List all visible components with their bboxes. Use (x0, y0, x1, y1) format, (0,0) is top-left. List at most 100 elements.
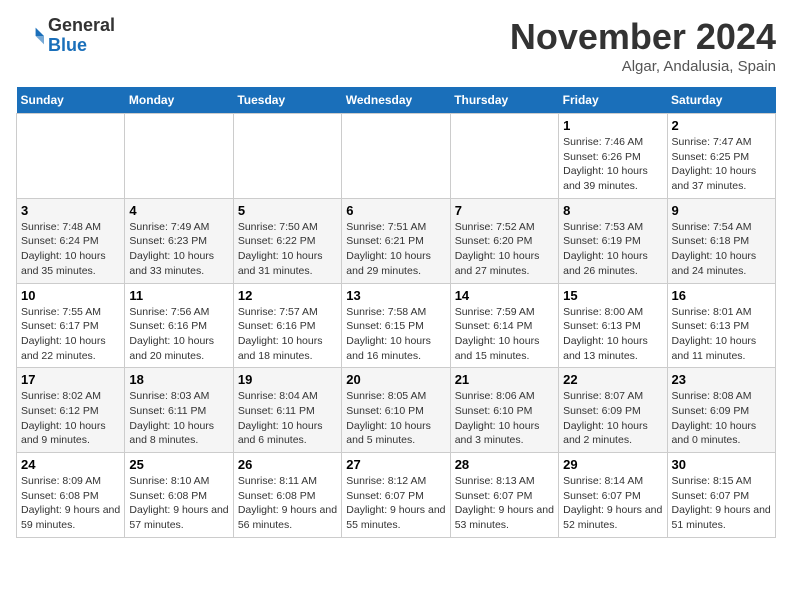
day-number: 2 (672, 118, 771, 133)
calendar-cell: 21Sunrise: 8:06 AM Sunset: 6:10 PM Dayli… (450, 368, 558, 453)
calendar-cell: 12Sunrise: 7:57 AM Sunset: 6:16 PM Dayli… (233, 283, 341, 368)
day-number: 27 (346, 457, 445, 472)
calendar-cell: 27 Sunrise: 8:12 AM Sunset: 6:07 PM Dayli… (342, 453, 450, 538)
day-number: 8 (563, 203, 662, 218)
month-title: November 2024 (510, 16, 776, 58)
day-info: Sunrise: 8:03 AM Sunset: 6:11 PM Dayligh… (129, 389, 228, 448)
calendar-cell: 28 Sunrise: 8:13 AM Sunset: 6:07 PM Dayli… (450, 453, 558, 538)
calendar-cell: 11 Sunrise: 7:56 AM Sunset: 6:16 PM Dayli… (125, 283, 233, 368)
day-info: Sunrise: 7:54 AM Sunset: 6:18 PM Dayligh… (672, 220, 771, 279)
day-number: 28 (455, 457, 554, 472)
calendar-cell: 19Sunrise: 8:04 AM Sunset: 6:11 PM Dayli… (233, 368, 341, 453)
weekday-header-row: SundayMondayTuesdayWednesdayThursdayFrid… (17, 87, 776, 114)
location: Algar, Andalusia, Spain (510, 58, 776, 75)
day-info: Sunrise: 8:00 AM Sunset: 6:13 PM Dayligh… (563, 305, 662, 364)
calendar-cell: 7Sunrise: 7:52 AM Sunset: 6:20 PM Daylig… (450, 198, 558, 283)
calendar-week-row: 1 Sunrise: 7:46 AM Sunset: 6:26 PM Daylig… (17, 114, 776, 199)
day-info: Sunrise: 7:55 AM Sunset: 6:17 PM Dayligh… (21, 305, 120, 364)
weekday-header: Tuesday (233, 87, 341, 114)
day-info: Sunrise: 8:08 AM Sunset: 6:09 PM Dayligh… (672, 389, 771, 448)
calendar-cell: 25Sunrise: 8:10 AM Sunset: 6:08 PM Dayli… (125, 453, 233, 538)
calendar-table: SundayMondayTuesdayWednesdayThursdayFrid… (16, 87, 776, 538)
day-info: Sunrise: 7:47 AM Sunset: 6:25 PM Dayligh… (672, 135, 771, 194)
day-info: Sunrise: 7:59 AM Sunset: 6:14 PM Dayligh… (455, 305, 554, 364)
calendar-cell: 18 Sunrise: 8:03 AM Sunset: 6:11 PM Dayli… (125, 368, 233, 453)
day-info: Sunrise: 7:50 AM Sunset: 6:22 PM Dayligh… (238, 220, 337, 279)
day-number: 17 (21, 372, 120, 387)
day-number: 29 (563, 457, 662, 472)
calendar-cell: 22 Sunrise: 8:07 AM Sunset: 6:09 PM Dayli… (559, 368, 667, 453)
calendar-cell: 17 Sunrise: 8:02 AM Sunset: 6:12 PM Dayli… (17, 368, 125, 453)
calendar-cell: 30 Sunrise: 8:15 AM Sunset: 6:07 PM Dayli… (667, 453, 775, 538)
day-info: Sunrise: 7:52 AM Sunset: 6:20 PM Dayligh… (455, 220, 554, 279)
calendar-cell (450, 114, 558, 199)
day-info: Sunrise: 7:48 AM Sunset: 6:24 PM Dayligh… (21, 220, 120, 279)
day-info: Sunrise: 7:57 AM Sunset: 6:16 PM Dayligh… (238, 305, 337, 364)
day-number: 11 (129, 288, 228, 303)
day-number: 9 (672, 203, 771, 218)
weekday-header: Friday (559, 87, 667, 114)
calendar-cell: 4 Sunrise: 7:49 AM Sunset: 6:23 PM Daylig… (125, 198, 233, 283)
calendar-week-row: 17 Sunrise: 8:02 AM Sunset: 6:12 PM Dayli… (17, 368, 776, 453)
calendar-cell (17, 114, 125, 199)
calendar-week-row: 10 Sunrise: 7:55 AM Sunset: 6:17 PM Dayli… (17, 283, 776, 368)
day-info: Sunrise: 8:15 AM Sunset: 6:07 PM Dayligh… (672, 474, 771, 533)
day-number: 25 (129, 457, 228, 472)
calendar-cell: 26 Sunrise: 8:11 AM Sunset: 6:08 PM Dayli… (233, 453, 341, 538)
day-number: 6 (346, 203, 445, 218)
day-number: 18 (129, 372, 228, 387)
day-info: Sunrise: 7:58 AM Sunset: 6:15 PM Dayligh… (346, 305, 445, 364)
logo-text: General Blue (48, 16, 115, 56)
title-block: November 2024 Algar, Andalusia, Spain (510, 16, 776, 75)
day-number: 5 (238, 203, 337, 218)
day-info: Sunrise: 7:53 AM Sunset: 6:19 PM Dayligh… (563, 220, 662, 279)
day-info: Sunrise: 7:51 AM Sunset: 6:21 PM Dayligh… (346, 220, 445, 279)
day-info: Sunrise: 8:13 AM Sunset: 6:07 PM Dayligh… (455, 474, 554, 533)
day-number: 19 (238, 372, 337, 387)
calendar-cell: 6 Sunrise: 7:51 AM Sunset: 6:21 PM Daylig… (342, 198, 450, 283)
day-number: 1 (563, 118, 662, 133)
weekday-header: Wednesday (342, 87, 450, 114)
day-number: 20 (346, 372, 445, 387)
day-info: Sunrise: 7:49 AM Sunset: 6:23 PM Dayligh… (129, 220, 228, 279)
calendar-cell: 23 Sunrise: 8:08 AM Sunset: 6:09 PM Dayli… (667, 368, 775, 453)
day-number: 22 (563, 372, 662, 387)
day-info: Sunrise: 8:02 AM Sunset: 6:12 PM Dayligh… (21, 389, 120, 448)
weekday-header: Saturday (667, 87, 775, 114)
day-info: Sunrise: 8:14 AM Sunset: 6:07 PM Dayligh… (563, 474, 662, 533)
calendar-cell: 24 Sunrise: 8:09 AM Sunset: 6:08 PM Dayli… (17, 453, 125, 538)
calendar-cell (125, 114, 233, 199)
calendar-cell: 13Sunrise: 7:58 AM Sunset: 6:15 PM Dayli… (342, 283, 450, 368)
day-number: 23 (672, 372, 771, 387)
logo: General Blue (16, 16, 115, 56)
day-number: 21 (455, 372, 554, 387)
calendar-cell: 3 Sunrise: 7:48 AM Sunset: 6:24 PM Daylig… (17, 198, 125, 283)
day-number: 15 (563, 288, 662, 303)
day-info: Sunrise: 8:01 AM Sunset: 6:13 PM Dayligh… (672, 305, 771, 364)
day-number: 14 (455, 288, 554, 303)
weekday-header: Sunday (17, 87, 125, 114)
calendar-cell: 29 Sunrise: 8:14 AM Sunset: 6:07 PM Dayli… (559, 453, 667, 538)
day-info: Sunrise: 7:56 AM Sunset: 6:16 PM Dayligh… (129, 305, 228, 364)
calendar-cell: 2 Sunrise: 7:47 AM Sunset: 6:25 PM Daylig… (667, 114, 775, 199)
day-info: Sunrise: 8:11 AM Sunset: 6:08 PM Dayligh… (238, 474, 337, 533)
calendar-cell (233, 114, 341, 199)
calendar-cell: 15 Sunrise: 8:00 AM Sunset: 6:13 PM Dayli… (559, 283, 667, 368)
day-info: Sunrise: 8:12 AM Sunset: 6:07 PM Dayligh… (346, 474, 445, 533)
day-number: 30 (672, 457, 771, 472)
weekday-header: Monday (125, 87, 233, 114)
day-info: Sunrise: 8:09 AM Sunset: 6:08 PM Dayligh… (21, 474, 120, 533)
calendar-cell: 16Sunrise: 8:01 AM Sunset: 6:13 PM Dayli… (667, 283, 775, 368)
day-info: Sunrise: 8:07 AM Sunset: 6:09 PM Dayligh… (563, 389, 662, 448)
day-number: 26 (238, 457, 337, 472)
day-number: 24 (21, 457, 120, 472)
day-info: Sunrise: 7:46 AM Sunset: 6:26 PM Dayligh… (563, 135, 662, 194)
weekday-header: Thursday (450, 87, 558, 114)
calendar-cell: 5 Sunrise: 7:50 AM Sunset: 6:22 PM Daylig… (233, 198, 341, 283)
day-number: 3 (21, 203, 120, 218)
day-number: 10 (21, 288, 120, 303)
calendar-week-row: 24 Sunrise: 8:09 AM Sunset: 6:08 PM Dayli… (17, 453, 776, 538)
calendar-cell: 20Sunrise: 8:05 AM Sunset: 6:10 PM Dayli… (342, 368, 450, 453)
day-number: 4 (129, 203, 228, 218)
calendar-cell: 8 Sunrise: 7:53 AM Sunset: 6:19 PM Daylig… (559, 198, 667, 283)
